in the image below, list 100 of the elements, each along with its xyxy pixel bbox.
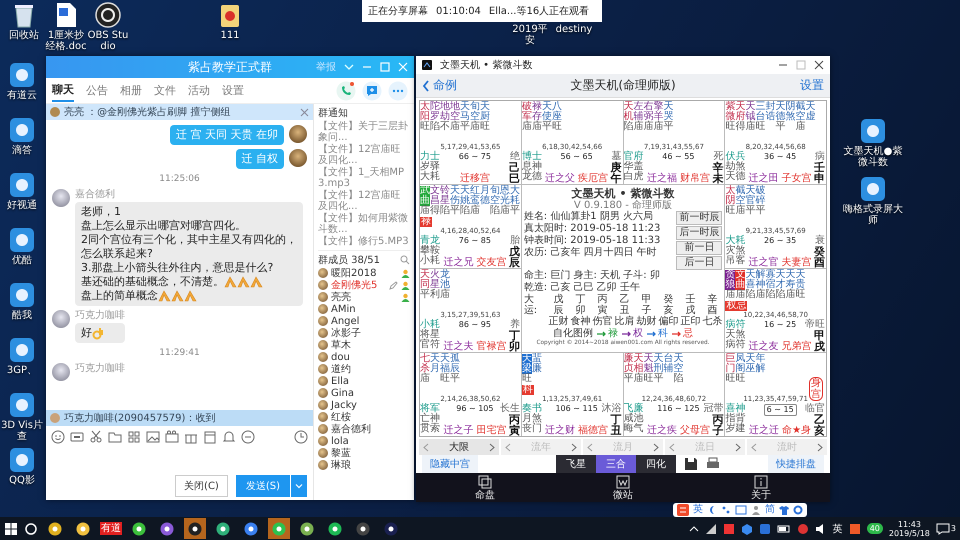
windows-icon[interactable] [4, 522, 18, 536]
member-name[interactable]: 嘉合德利 [331, 424, 410, 434]
send-options-button[interactable] [291, 475, 307, 497]
tray-app-icon[interactable] [740, 522, 753, 534]
desktop-icon-label[interactable]: 1厘米抄经格.doc [44, 30, 88, 52]
save-icon[interactable] [684, 457, 698, 471]
nav-tab[interactable]: 关于 [751, 474, 771, 500]
member-name[interactable]: 琳琅 [331, 460, 410, 470]
more-icon[interactable] [388, 80, 408, 100]
file-notice[interactable]: 【文件】修行5.MP3 [318, 236, 410, 247]
chat-tab[interactable]: 设置 [222, 80, 244, 101]
chat-tab[interactable]: 文件 [154, 80, 176, 101]
nav-tab[interactable]: 命盘 [475, 474, 495, 500]
pencil-icon[interactable] [389, 280, 398, 290]
chevron-up-icon[interactable] [688, 524, 699, 534]
file-notice[interactable]: 【文件】12宫庙旺及四化... [318, 190, 410, 212]
chat-tab[interactable]: 公告 [86, 80, 108, 101]
member-name[interactable]: AMin [331, 304, 410, 314]
image-icon[interactable] [146, 430, 160, 444]
member-name[interactable]: dou [331, 352, 410, 362]
time-step-button[interactable]: 后一时辰 [676, 226, 722, 240]
battery-icon[interactable] [776, 524, 791, 534]
desktop-icon-label[interactable]: QQ影 [9, 475, 35, 486]
bell-icon[interactable] [222, 430, 236, 444]
scissors-icon[interactable] [89, 430, 103, 444]
script-toggle[interactable]: 简 [765, 504, 775, 516]
chat-tab[interactable]: 活动 [188, 80, 210, 101]
grid-icon[interactable] [127, 430, 141, 444]
member-name[interactable]: Angel [331, 316, 410, 326]
file-notice[interactable]: 【文件】关于三层卦象问... [318, 121, 410, 143]
file-notice[interactable]: 【文件】如何用紫微斗数... [318, 213, 410, 235]
desktop-icon-label[interactable]: 好视通 [7, 200, 37, 211]
phone-icon[interactable] [336, 80, 356, 100]
file-notice[interactable]: 【文件】12宫庙旺及四化... [318, 144, 410, 166]
taskbar-app[interactable] [184, 518, 206, 539]
desktop-icon-label[interactable]: 3GP、 [6, 365, 38, 376]
next-button[interactable] [651, 442, 661, 452]
member-name[interactable]: Gina [331, 388, 410, 398]
time-step-button[interactable]: 前一日 [676, 241, 722, 255]
time-step-button[interactable]: 后一日 [676, 256, 722, 270]
next-button[interactable] [815, 442, 825, 452]
dots-icon[interactable] [721, 505, 731, 515]
settings-link[interactable]: 设置 [764, 77, 824, 94]
member-name[interactable]: 冰影子 [331, 328, 410, 338]
folder-icon[interactable] [108, 430, 122, 444]
member-name[interactable]: Ella [331, 376, 410, 386]
desktop-icon-label[interactable]: 滴答 [12, 145, 32, 156]
minus-circle-icon[interactable] [241, 430, 255, 444]
member-name[interactable]: lola [331, 436, 410, 446]
member-name[interactable]: 草木 [331, 340, 410, 350]
desktop-icon-label[interactable]: 回收站 [9, 30, 39, 41]
settings-icon[interactable] [793, 505, 803, 515]
desktop-icon-label[interactable]: 3D Vis片查 [0, 420, 44, 442]
back-button[interactable]: 命例 [422, 77, 482, 94]
time-step-button[interactable]: 前一时辰 [676, 211, 722, 225]
tray-app-icon[interactable] [848, 522, 861, 534]
member-name[interactable]: 金刚佛光5 [331, 280, 386, 290]
ime-logo-icon[interactable] [677, 504, 689, 516]
search-icon[interactable] [24, 522, 38, 536]
mode-tab[interactable]: 三合 [596, 455, 636, 473]
desktop-icon-label[interactable]: 嗨格式录屏大师 [840, 204, 906, 226]
next-button[interactable] [569, 442, 579, 452]
calendar-icon[interactable] [203, 430, 217, 444]
member-name[interactable]: 红桉 [331, 412, 410, 422]
next-button[interactable] [733, 442, 743, 452]
desktop-icon-label[interactable]: 文墨天机●紫微斗数 [840, 146, 906, 168]
clock-icon[interactable] [294, 430, 308, 444]
desktop-icon-label[interactable]: destiny [556, 24, 592, 35]
emoji-icon[interactable] [51, 430, 65, 444]
add-chat-icon[interactable] [362, 80, 382, 100]
input-mode-toggle[interactable]: 英 [693, 504, 703, 516]
network-icon[interactable] [704, 522, 717, 534]
gif-icon[interactable] [70, 430, 84, 444]
desktop-icon-label[interactable]: OBS Studio [86, 30, 130, 52]
member-name[interactable]: Jacky [331, 400, 410, 410]
desktop-icon-label[interactable]: 2019平安 [508, 24, 552, 46]
hide-center-button[interactable]: 隐藏中宫 [422, 455, 478, 473]
person-icon[interactable] [751, 505, 761, 515]
next-button[interactable] [487, 442, 497, 452]
tray-app-icon[interactable] [796, 522, 809, 534]
tray-app-icon[interactable] [758, 522, 771, 534]
chat-tab[interactable]: 聊天 [52, 79, 74, 102]
desktop-icon-label[interactable]: 111 [220, 30, 240, 41]
period-label[interactable]: 大限 [449, 440, 469, 454]
chat-tab[interactable]: 相册 [120, 80, 142, 101]
mode-tab[interactable]: 四化 [636, 455, 676, 473]
member-name[interactable]: 亮亮 [331, 292, 398, 302]
clock[interactable]: 11:43 2019/5/18 [888, 520, 930, 538]
file-notice[interactable]: 【文件】1_天相MP3.mp3 [318, 167, 410, 189]
desktop-icon-label[interactable]: 酷我 [12, 310, 32, 321]
nav-tab[interactable]: 微站 [613, 474, 633, 500]
desktop-icon-label[interactable]: 有道云 [7, 90, 37, 101]
close-button[interactable]: 关闭(C) [175, 475, 228, 497]
member-name[interactable]: 黎蓝 [331, 448, 410, 458]
print-icon[interactable] [706, 457, 720, 471]
desktop-icon-label[interactable]: 优酷 [12, 255, 32, 266]
mode-tab[interactable]: 飞星 [556, 455, 596, 473]
member-name[interactable]: 道约 [331, 364, 410, 374]
keyboard-icon[interactable] [735, 505, 747, 515]
quick-chart-button[interactable]: 快捷排盘 [768, 455, 824, 473]
